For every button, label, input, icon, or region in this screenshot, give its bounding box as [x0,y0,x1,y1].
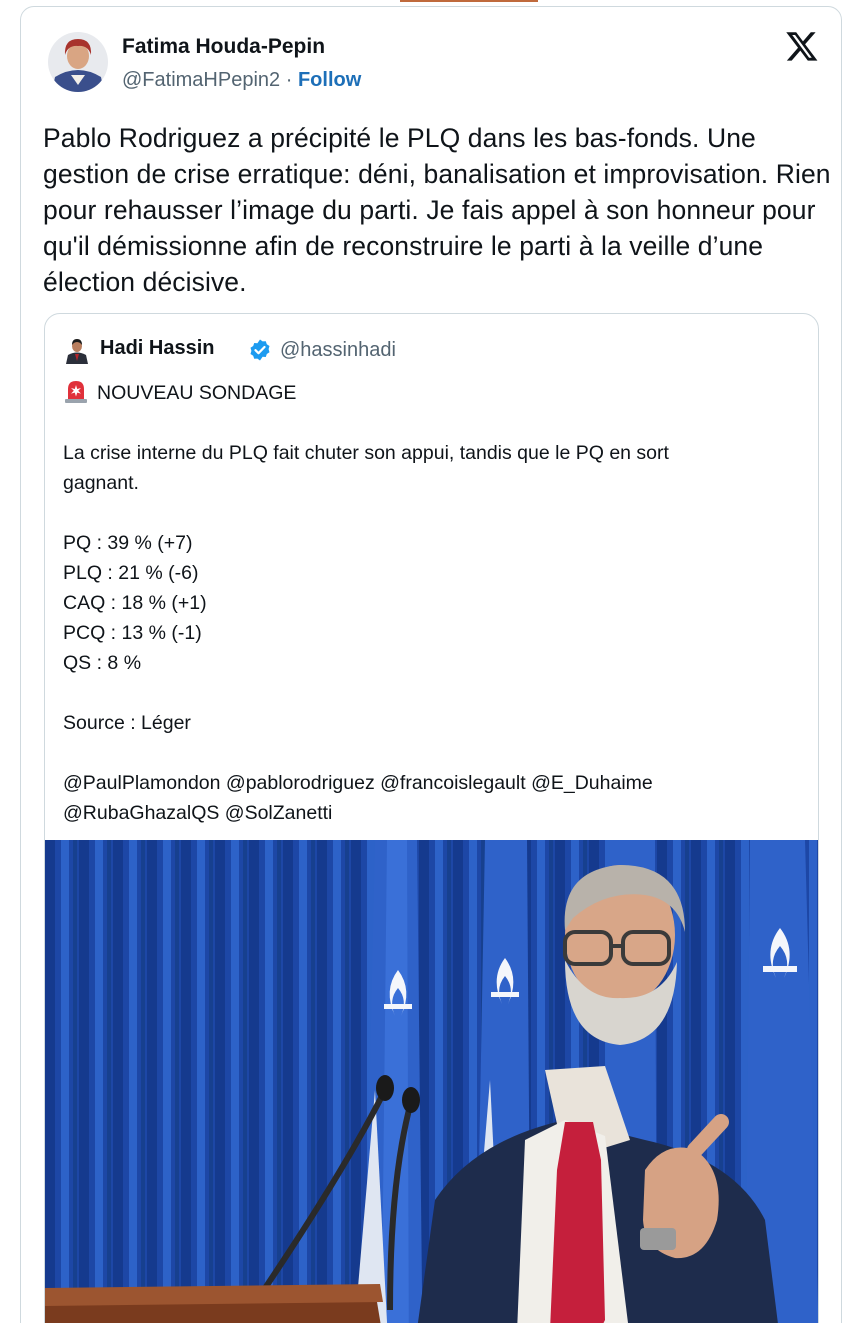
source-line: Source : Léger [63,712,191,734]
tweet-text: Pablo Rodriguez a précipité le PLQ dans … [43,123,831,297]
x-logo-icon[interactable] [785,29,819,63]
quoted-author-avatar[interactable] [63,334,91,364]
top-accent-bar [400,0,538,2]
poll-line: PCQ : 13 % (-1) [63,622,202,644]
follow-button[interactable]: Follow [298,69,361,91]
tweet-header: Fatima Houda-Pepin @FatimaHPepin2 · Foll… [47,25,821,101]
quoted-tweet[interactable]: Hadi Hassin @hassinhadi NOUVEAU SONDAGE … [44,313,819,1323]
mentions-line[interactable]: @RubaGhazalQS @SolZanetti [63,798,803,828]
rotating-light-icon [65,381,87,403]
quoted-tweet-body: NOUVEAU SONDAGE La crise interne du PLQ … [63,378,803,828]
quoted-author-handle[interactable]: @hassinhadi [280,339,396,362]
verified-badge-icon [250,339,270,361]
separator-dot: · [285,69,293,91]
author-handle-row: @FatimaHPepin2 · Follow [122,69,361,92]
tweet-card[interactable]: Fatima Houda-Pepin @FatimaHPepin2 · Foll… [20,6,842,1323]
author-avatar[interactable] [47,25,109,97]
intro-line: gagnant. [63,472,139,494]
poll-line: QS : 8 % [63,652,142,674]
quoted-tweet-photo[interactable] [45,840,819,1323]
author-name[interactable]: Fatima Houda-Pepin [122,35,325,59]
poll-line: PQ : 39 % (+7) [63,532,193,554]
intro-line: La crise interne du PLQ fait chuter son … [63,442,669,464]
quoted-author-name[interactable]: Hadi Hassin [100,337,214,360]
mentions-line[interactable]: @PaulPlamondon @pablorodriguez @francois… [63,768,803,798]
headline: NOUVEAU SONDAGE [97,382,297,404]
headline-line: NOUVEAU SONDAGE [63,378,803,408]
poll-line: PLQ : 21 % (-6) [63,562,199,584]
poll-line: CAQ : 18 % (+1) [63,592,207,614]
author-handle[interactable]: @FatimaHPepin2 [122,69,280,91]
